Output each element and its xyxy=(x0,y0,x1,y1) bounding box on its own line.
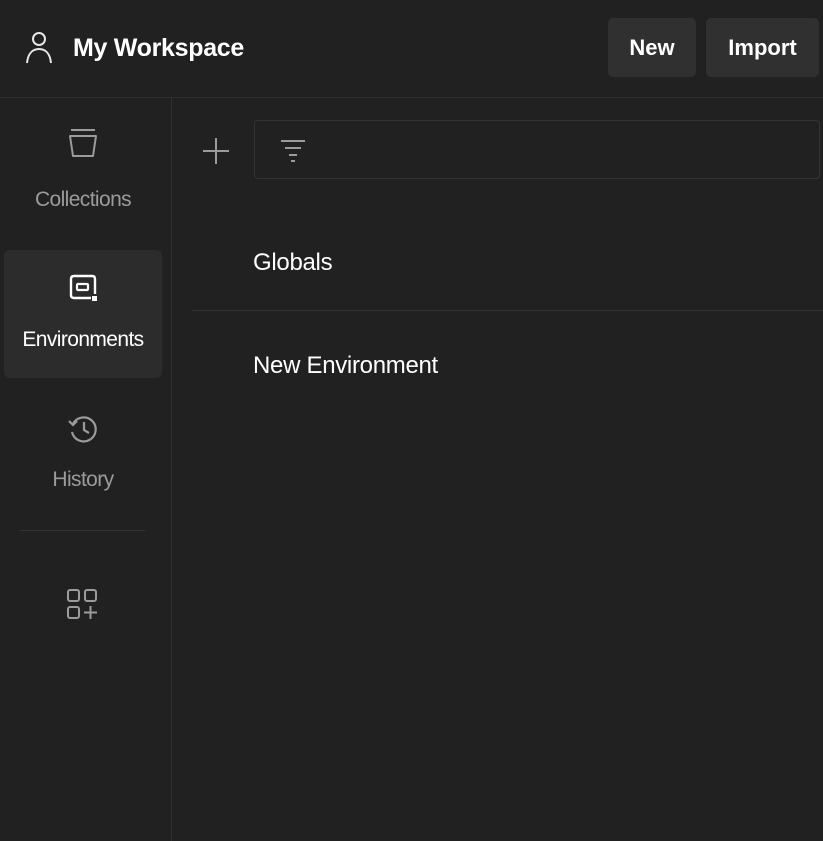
environment-item-new-environment[interactable]: New Environment xyxy=(192,311,823,413)
add-apps-icon[interactable] xyxy=(64,586,100,622)
sidebar-item-environments[interactable]: Environments xyxy=(4,250,162,378)
sidebar-item-label: History xyxy=(52,468,114,491)
workspace-header: My Workspace New Import xyxy=(0,0,823,98)
history-icon xyxy=(68,416,97,443)
user-icon[interactable] xyxy=(24,31,54,65)
plus-icon[interactable] xyxy=(199,134,233,168)
environments-icon xyxy=(69,274,97,301)
new-button[interactable]: New xyxy=(608,18,696,77)
sidebar-item-history[interactable]: History xyxy=(4,390,162,518)
environment-item-globals[interactable]: Globals xyxy=(192,208,823,310)
sidebar-item-label: Collections xyxy=(34,188,132,211)
filter-input[interactable] xyxy=(319,121,813,180)
environments-panel: Globals New Environment xyxy=(172,98,823,841)
sidebar-divider xyxy=(20,530,145,531)
import-button[interactable]: Import xyxy=(706,18,819,77)
collections-icon xyxy=(69,129,97,157)
sidebar: Collections Environments History xyxy=(0,98,172,841)
filter-field[interactable] xyxy=(254,120,820,180)
environment-name: Globals xyxy=(253,249,333,276)
app-window: My Workspace New Import Collections Envi… xyxy=(0,0,823,841)
sidebar-item-collections[interactable]: Collections xyxy=(4,110,162,238)
environment-name: New Environment xyxy=(253,352,438,379)
filter-icon xyxy=(281,140,305,162)
workspace-title[interactable]: My Workspace xyxy=(73,31,244,65)
sidebar-item-label: Environments xyxy=(22,328,144,351)
